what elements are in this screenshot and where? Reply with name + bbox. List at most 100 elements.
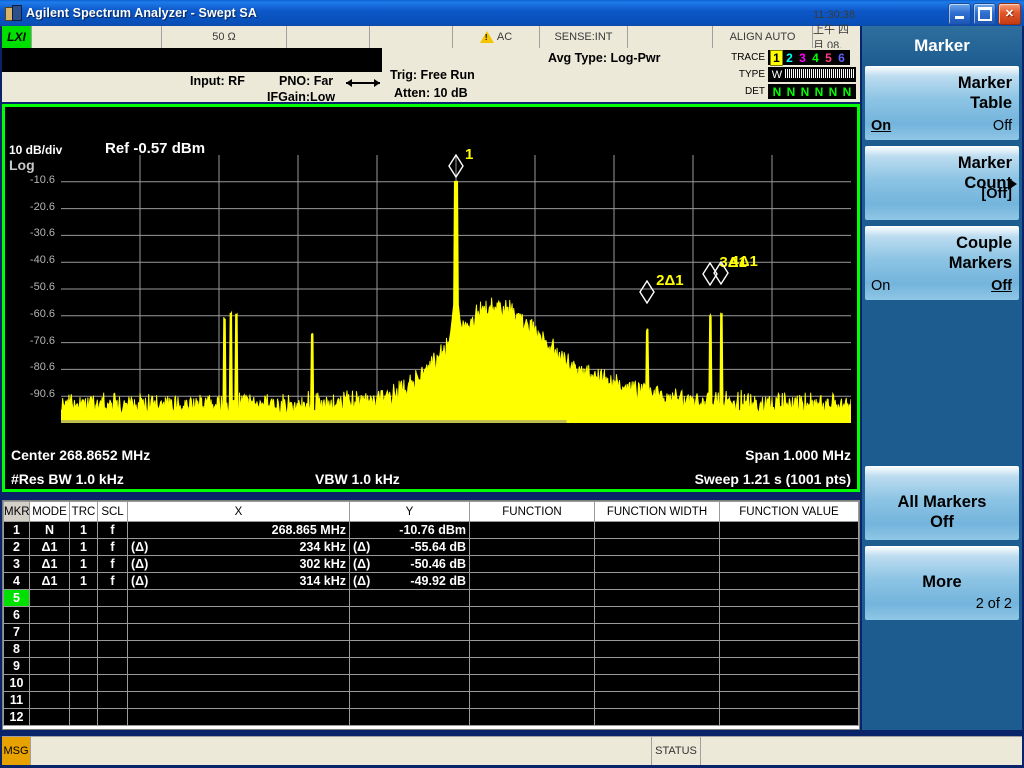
trace-num-2[interactable]: 2 bbox=[783, 51, 796, 65]
marker-diamond-4[interactable] bbox=[712, 260, 730, 286]
marker-row[interactable]: 2 Δ1 1 f (Δ) 234 kHz (Δ) -55.64 dB bbox=[3, 538, 859, 556]
trace-type-det-block: TRACE 1 2 3 4 5 6 TYPE W DET N N N N N N bbox=[729, 49, 856, 100]
marker-diamond-2[interactable] bbox=[638, 279, 656, 304]
marker-row[interactable]: 5 bbox=[3, 589, 859, 607]
marker-row[interactable]: 10 bbox=[3, 674, 859, 692]
marker-mode: Δ1 bbox=[29, 572, 70, 590]
squiggle-icon-5 bbox=[826, 68, 840, 78]
trace-num-1[interactable]: 1 bbox=[770, 49, 783, 66]
marker-scale bbox=[97, 657, 128, 675]
span-annotation: Span 1.000 MHz bbox=[745, 447, 851, 463]
marker-function-value bbox=[719, 708, 859, 726]
marker-function-value bbox=[719, 538, 859, 556]
softkey-marker-count[interactable]: Marker Count [Off] bbox=[865, 146, 1019, 220]
close-icon: ✕ bbox=[1004, 7, 1015, 20]
marker-trace: 1 bbox=[69, 555, 98, 573]
maximize-button[interactable] bbox=[973, 3, 996, 25]
marker-function-value bbox=[719, 572, 859, 590]
marker-col-header-6: FUNCTION bbox=[469, 501, 595, 522]
softkey-more[interactable]: More 2 of 2 bbox=[865, 546, 1019, 620]
delta-prefix: (Δ) bbox=[353, 540, 371, 554]
marker-y bbox=[349, 657, 470, 675]
marker-function-width bbox=[594, 623, 720, 641]
marker-function-width bbox=[594, 555, 720, 573]
marker-col-header-4: X bbox=[127, 501, 350, 522]
datetime-field: 11:30:38 上午 四月 08, 2011 bbox=[813, 9, 860, 65]
marker-label-4: 4Δ1 bbox=[730, 252, 758, 270]
marker-index: 8 bbox=[3, 640, 30, 658]
trace-plot bbox=[61, 155, 851, 423]
softkey-on-option[interactable]: On bbox=[871, 118, 891, 134]
minimize-button[interactable] bbox=[948, 3, 971, 25]
marker-scale: f bbox=[97, 538, 128, 556]
det-3: N bbox=[800, 84, 810, 99]
marker-row[interactable]: 8 bbox=[3, 640, 859, 658]
marker-mode: N bbox=[29, 521, 70, 539]
marker-row[interactable]: 1 N 1 f 268.865 MHz -10.76 dBm bbox=[3, 521, 859, 539]
marker-row[interactable]: 3 Δ1 1 f (Δ) 302 kHz (Δ) -50.46 dB bbox=[3, 555, 859, 573]
marker-y: (Δ) -50.46 dB bbox=[349, 555, 470, 573]
marker-row[interactable]: 6 bbox=[3, 606, 859, 624]
menu-spacer bbox=[865, 386, 1019, 460]
marker-table[interactable]: MKR MODE TRC SCL X Y FUNCTION FUNCTION WIDTH FUN… bbox=[2, 500, 860, 730]
marker-row[interactable]: 9 bbox=[3, 657, 859, 675]
trace-type-3 bbox=[798, 68, 812, 81]
marker-scale bbox=[97, 623, 128, 641]
softkey-off-option[interactable]: Off bbox=[991, 278, 1012, 294]
marker-index: 9 bbox=[3, 657, 30, 675]
marker-trace bbox=[69, 691, 98, 709]
softkey-all-markers-off[interactable]: All Markers Off bbox=[865, 466, 1019, 540]
det-5: N bbox=[828, 84, 838, 99]
marker-row[interactable]: 7 bbox=[3, 623, 859, 641]
app-icon bbox=[5, 5, 22, 21]
marker-trace bbox=[69, 657, 98, 675]
marker-x bbox=[127, 640, 350, 658]
marker-row[interactable]: 12 bbox=[3, 708, 859, 726]
squiggle-icon-3 bbox=[798, 68, 812, 78]
marker-scale bbox=[97, 708, 128, 726]
softkey-label: All Markers Off bbox=[897, 493, 987, 531]
marker-mode: Δ1 bbox=[29, 555, 70, 573]
close-button[interactable]: ✕ bbox=[998, 3, 1021, 25]
trace-num-3[interactable]: 3 bbox=[796, 51, 809, 65]
softkey-couple-markers[interactable]: Couple Markers On Off bbox=[865, 226, 1019, 300]
y-tick-3: -40.6 bbox=[29, 254, 55, 267]
msg-indicator: MSG bbox=[2, 737, 31, 765]
log-scale-label: Log bbox=[9, 157, 35, 173]
marker-table-grid: MKR MODE TRC SCL X Y FUNCTION FUNCTION WIDTH FUN… bbox=[3, 501, 859, 726]
marker-diamond-1[interactable] bbox=[447, 153, 465, 179]
bidirectional-arrow-icon bbox=[346, 78, 380, 88]
softkey-off-option[interactable]: Off bbox=[993, 118, 1012, 134]
marker-function bbox=[469, 555, 595, 573]
softkey-marker-table[interactable]: Marker Table On Off bbox=[865, 66, 1019, 140]
marker-y: (Δ) -49.92 dB bbox=[349, 572, 470, 590]
marker-index: 10 bbox=[3, 674, 30, 692]
detector-row: N N N N N N bbox=[768, 84, 856, 99]
marker-function bbox=[469, 606, 595, 624]
trace-type-4 bbox=[812, 68, 826, 81]
marker-function-value bbox=[719, 589, 859, 607]
maximize-icon bbox=[977, 7, 992, 21]
graph-inner: 10 dB/div Log Ref -0.57 dBm -10.6 -20.6 -3… bbox=[5, 107, 857, 489]
spectrum-display[interactable]: 10 dB/div Log Ref -0.57 dBm -10.6 -20.6 -3… bbox=[2, 104, 860, 492]
marker-scale bbox=[97, 640, 128, 658]
marker-trace bbox=[69, 606, 98, 624]
marker-function bbox=[469, 623, 595, 641]
trace-num-5[interactable]: 5 bbox=[822, 51, 835, 65]
marker-x: (Δ) 314 kHz bbox=[127, 572, 350, 590]
marker-col-header-8: FUNCTION VALUE bbox=[719, 501, 859, 522]
marker-mode bbox=[29, 606, 70, 624]
delta-prefix: (Δ) bbox=[131, 557, 149, 571]
trace-num-4[interactable]: 4 bbox=[809, 51, 822, 65]
info-black-strip bbox=[2, 48, 382, 72]
marker-row[interactable]: 11 bbox=[3, 691, 859, 709]
marker-label-2: 2Δ1 bbox=[656, 271, 684, 289]
trace-type-6 bbox=[840, 68, 854, 81]
trace-num-6[interactable]: 6 bbox=[835, 51, 848, 65]
marker-function bbox=[469, 572, 595, 590]
marker-row[interactable]: 4 Δ1 1 f (Δ) 314 kHz (Δ) -49.92 dB bbox=[3, 572, 859, 590]
marker-function bbox=[469, 657, 595, 675]
softkey-on-option[interactable]: On bbox=[871, 278, 890, 294]
input-label: Input: RF bbox=[190, 74, 245, 88]
marker-index: 11 bbox=[3, 691, 30, 709]
